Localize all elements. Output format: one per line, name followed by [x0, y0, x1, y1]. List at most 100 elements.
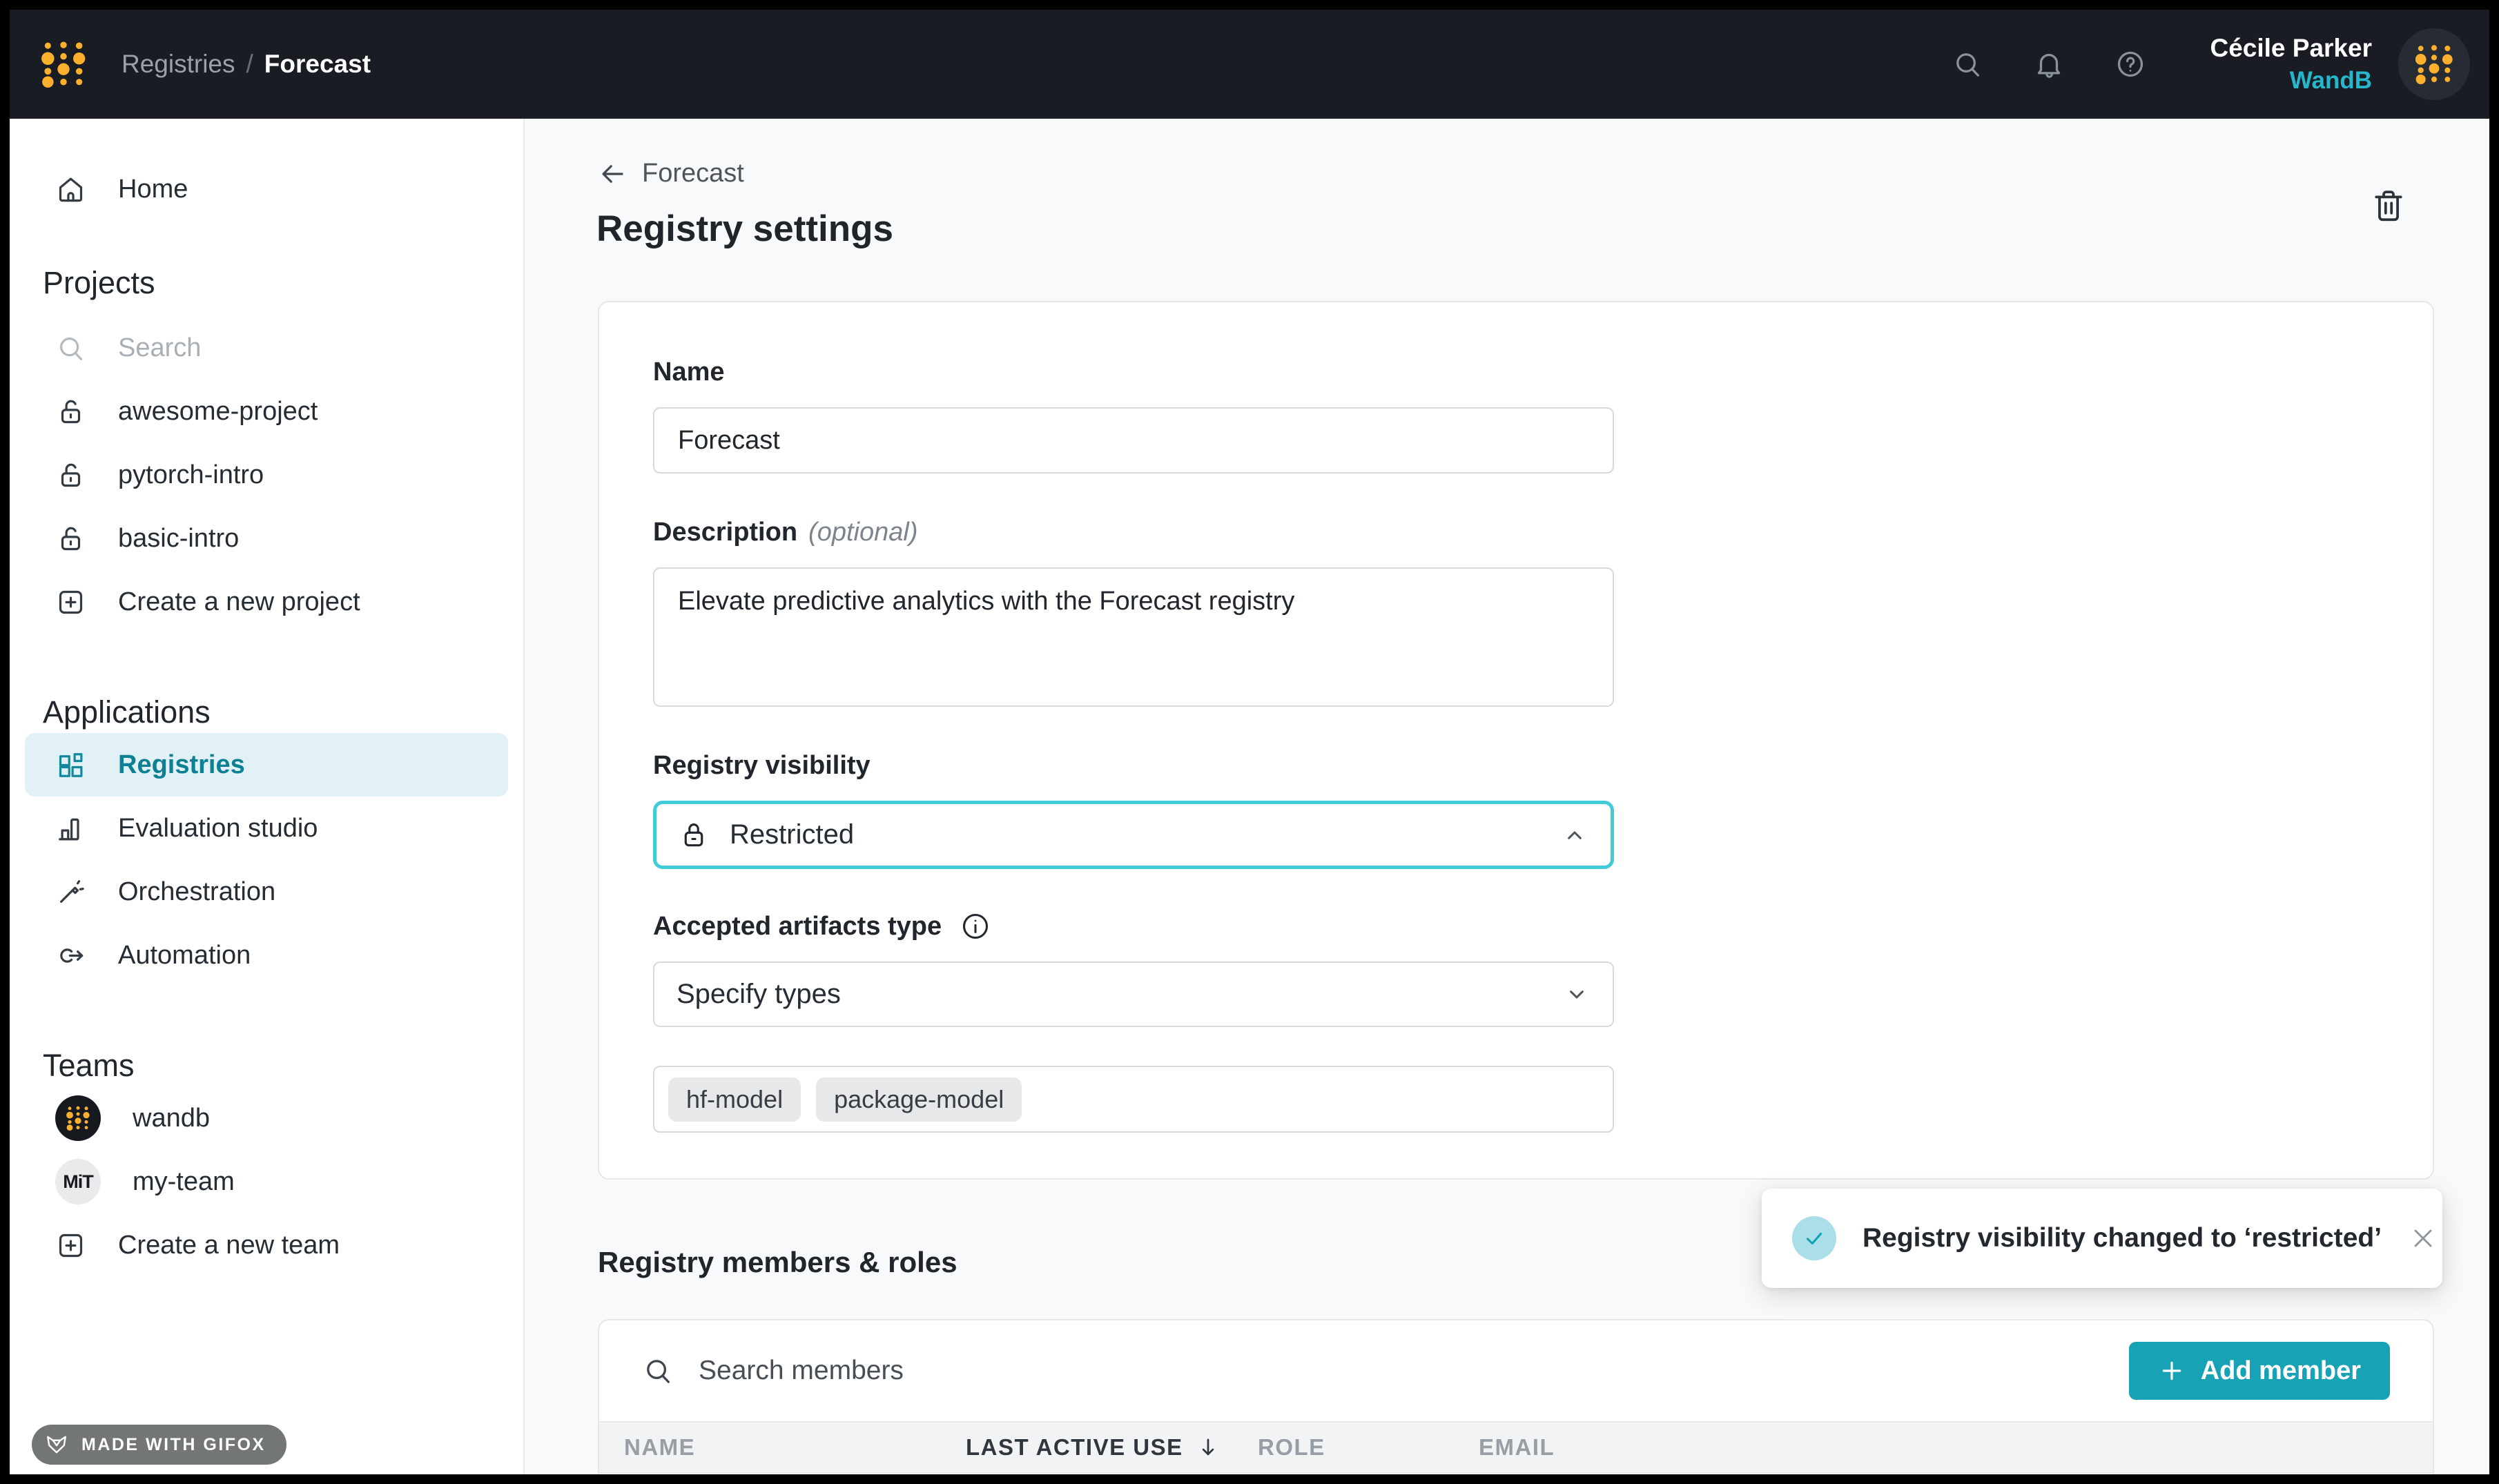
create-team-label: Create a new team: [118, 1231, 340, 1260]
create-project-label: Create a new project: [118, 587, 360, 617]
topbar-actions: Cécile Parker WandB: [1927, 23, 2470, 105]
user-info: Cécile Parker WandB: [2210, 34, 2372, 95]
delete-registry-button[interactable]: [2369, 186, 2408, 225]
breadcrumb: Registries / Forecast: [121, 50, 371, 79]
plus-square-icon: [55, 587, 86, 618]
page-title: Registry settings: [596, 208, 2489, 250]
project-label: basic-intro: [118, 524, 239, 554]
home-icon: [55, 174, 86, 205]
chevron-up-icon: [1561, 821, 1588, 849]
back-label: Forecast: [642, 159, 744, 188]
breadcrumb-registries-link[interactable]: Registries: [121, 50, 235, 79]
gifox-label: MADE WITH GIFOX: [81, 1435, 266, 1455]
wandb-team-avatar: [55, 1095, 101, 1141]
breadcrumb-separator: /: [246, 50, 253, 79]
members-table-header: NAME LAST ACTIVE USE ROLE EMAIL: [599, 1421, 2433, 1474]
user-org: WandB: [2290, 67, 2372, 95]
app-label: Automation: [118, 941, 251, 970]
close-icon: [2408, 1223, 2438, 1253]
name-input[interactable]: [653, 407, 1614, 473]
column-role[interactable]: ROLE: [1258, 1434, 1479, 1461]
sidebar-item-registries[interactable]: Registries: [25, 733, 508, 797]
made-with-gifox-badge: MADE WITH GIFOX: [32, 1425, 286, 1465]
lock-closed-icon: [679, 820, 709, 850]
description-textarea[interactable]: Elevate predictive analytics with the Fo…: [653, 567, 1614, 707]
sidebar-item-create-team[interactable]: Create a new team: [10, 1213, 523, 1277]
toast-close-button[interactable]: [2408, 1223, 2438, 1253]
plus-square-icon: [55, 1230, 86, 1261]
registries-grid-icon: [55, 750, 86, 781]
name-label: Name: [653, 356, 2379, 388]
sidebar-heading-teams: Teams: [10, 1045, 523, 1086]
fox-icon: [43, 1432, 70, 1457]
magic-wand-icon: [55, 877, 86, 908]
info-icon[interactable]: [960, 910, 991, 942]
project-label: awesome-project: [118, 397, 318, 427]
sidebar-heading-applications: Applications: [10, 692, 523, 733]
sidebar-item-awesome-project[interactable]: awesome-project: [10, 380, 523, 443]
plus-icon: [2158, 1357, 2186, 1385]
sidebar-item-create-project[interactable]: Create a new project: [10, 570, 523, 634]
sort-descending-icon: [1196, 1435, 1221, 1460]
sidebar-item-pytorch-intro[interactable]: pytorch-intro: [10, 443, 523, 507]
search-icon: [642, 1355, 674, 1387]
toast-message: Registry visibility changed to ‘restrict…: [1863, 1223, 2382, 1253]
lock-open-icon: [55, 396, 86, 427]
trash-icon: [2369, 186, 2408, 225]
sidebar-item-evaluation-studio[interactable]: Evaluation studio: [10, 797, 523, 860]
artifact-tags-input[interactable]: hf-model package-model: [653, 1066, 1614, 1133]
column-last-active[interactable]: LAST ACTIVE USE: [966, 1434, 1258, 1461]
artifact-tag[interactable]: package-model: [816, 1077, 1022, 1122]
artifacts-label: Accepted artifacts type: [653, 910, 2379, 942]
help-icon[interactable]: [2090, 23, 2171, 105]
artifact-types-value: Specify types: [677, 979, 841, 1010]
top-navigation-bar: Registries / Forecast Cécile Parker Wand…: [10, 10, 2489, 119]
user-name: Cécile Parker: [2210, 34, 2372, 63]
sidebar-item-basic-intro[interactable]: basic-intro: [10, 507, 523, 570]
sidebar-item-team-my-team[interactable]: MiT my-team: [10, 1150, 523, 1213]
back-to-forecast[interactable]: Forecast: [598, 159, 744, 188]
column-email[interactable]: EMAIL: [1479, 1434, 1555, 1461]
add-member-button[interactable]: Add member: [2129, 1342, 2390, 1400]
members-toolbar: Search members Add member: [599, 1320, 2433, 1421]
automation-link-icon: [55, 940, 86, 971]
team-label: my-team: [133, 1167, 235, 1197]
sidebar-item-label: Home: [118, 175, 188, 204]
registry-settings-card: Name Description (optional) Elevate pred…: [598, 301, 2434, 1180]
toast-notification: Registry visibility changed to ‘restrict…: [1762, 1189, 2442, 1288]
search-icon: [55, 333, 86, 364]
search-placeholder: Search: [118, 333, 201, 363]
wandb-logo-icon[interactable]: [41, 41, 86, 88]
column-name[interactable]: NAME: [624, 1434, 966, 1461]
team-label: wandb: [133, 1104, 210, 1133]
artifact-types-select[interactable]: Specify types: [653, 961, 1614, 1027]
arrow-left-icon: [598, 159, 627, 188]
sidebar: Home Projects Search awesome-project pyt…: [10, 119, 525, 1474]
sidebar-item-orchestration[interactable]: Orchestration: [10, 860, 523, 924]
project-label: pytorch-intro: [118, 460, 264, 490]
sidebar-heading-projects: Projects: [10, 262, 523, 304]
sidebar-item-team-wandb[interactable]: wandb: [10, 1086, 523, 1150]
search-icon[interactable]: [1927, 23, 2008, 105]
app-window: Registries / Forecast Cécile Parker Wand…: [10, 10, 2489, 1474]
artifact-tag[interactable]: hf-model: [668, 1077, 801, 1122]
lock-open-icon: [55, 460, 86, 491]
app-label: Registries: [118, 750, 245, 780]
lock-open-icon: [55, 523, 86, 554]
app-label: Orchestration: [118, 877, 275, 907]
members-search-placeholder: Search members: [699, 1356, 904, 1386]
success-check-icon: [1792, 1216, 1836, 1260]
chevron-down-icon: [1563, 981, 1591, 1008]
members-card: Search members Add member NAME LAST ACTI…: [598, 1319, 2434, 1474]
visibility-select[interactable]: Restricted: [653, 801, 1614, 869]
sidebar-project-search[interactable]: Search: [10, 316, 523, 380]
members-search-input[interactable]: Search members: [642, 1355, 2129, 1387]
sidebar-item-home[interactable]: Home: [10, 157, 523, 221]
optional-hint: (optional): [808, 516, 917, 548]
bar-chart-icon: [55, 813, 86, 844]
sidebar-item-automation[interactable]: Automation: [10, 924, 523, 987]
user-avatar[interactable]: [2398, 28, 2470, 100]
notifications-bell-icon[interactable]: [2008, 23, 2090, 105]
visibility-value: Restricted: [730, 819, 854, 850]
visibility-label: Registry visibility: [653, 750, 2379, 781]
